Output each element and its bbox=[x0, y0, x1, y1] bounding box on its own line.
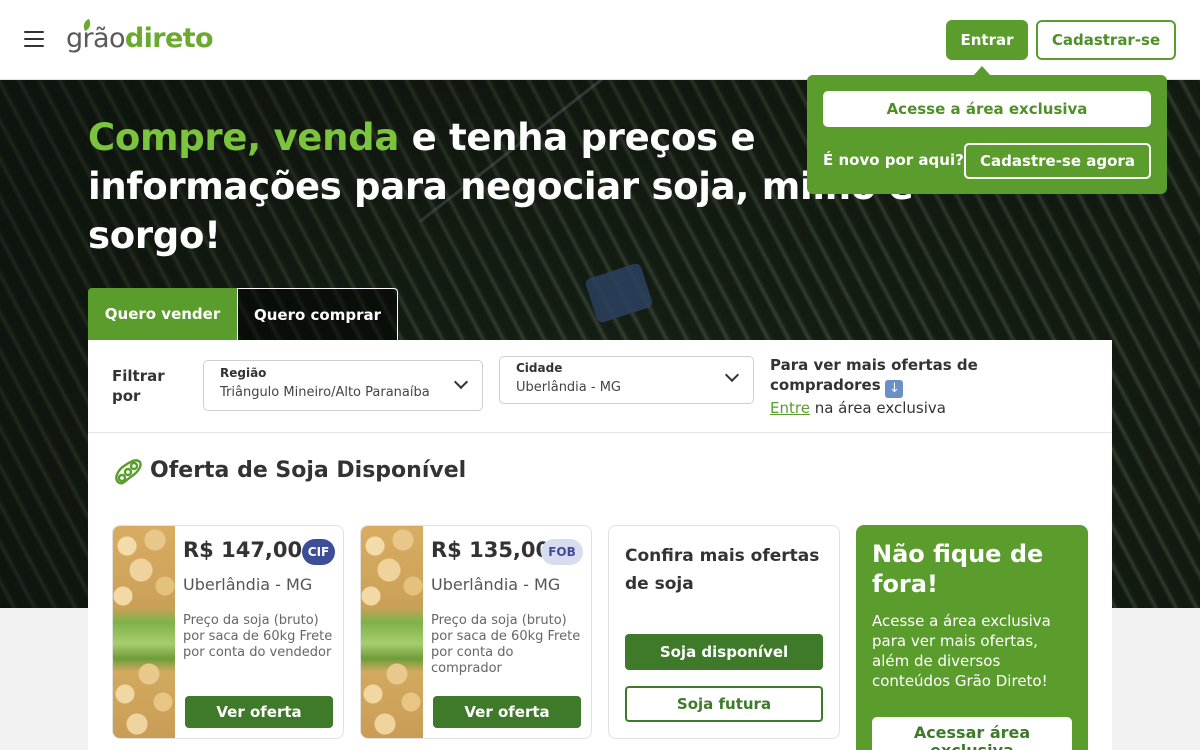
ver-oferta-button[interactable]: Ver oferta bbox=[185, 696, 333, 728]
soybean-image bbox=[361, 526, 423, 738]
offer-description: Preço da soja (bruto) por saca de 60kg F… bbox=[183, 613, 333, 660]
offers-panel: Filtrar por Região Triângulo Mineiro/Alt… bbox=[88, 340, 1112, 750]
offer-card: R$ 147,00 CIF Uberlândia - MG Preço da s… bbox=[112, 525, 344, 739]
entre-link[interactable]: Entre bbox=[770, 399, 810, 417]
regiao-value: Triângulo Mineiro/Alto Paranaíba bbox=[220, 385, 430, 400]
cadastrar-button[interactable]: Cadastrar-se bbox=[1036, 20, 1176, 60]
filter-bar: Filtrar por Região Triângulo Mineiro/Alt… bbox=[88, 340, 1112, 433]
cta-card: Não fique de fora! Acesse a área exclusi… bbox=[856, 525, 1088, 750]
cidade-select[interactable]: Cidade Uberlândia - MG bbox=[499, 356, 754, 404]
freight-badge: FOB bbox=[541, 539, 583, 565]
headline-line3: sorgo! bbox=[88, 214, 221, 257]
regiao-label: Região bbox=[220, 366, 267, 380]
filtrar-por-label: Filtrar por bbox=[112, 367, 165, 405]
entrar-button[interactable]: Entrar bbox=[946, 20, 1028, 60]
site-header: grãodireto Entrar Cadastrar-se bbox=[0, 0, 1200, 80]
cidade-value: Uberlândia - MG bbox=[516, 380, 622, 395]
regiao-select[interactable]: Região Triângulo Mineiro/Alto Paranaíba bbox=[203, 360, 483, 411]
chevron-down-icon bbox=[724, 367, 740, 383]
acessar-area-exclusiva-button[interactable]: Acessar área exclusiva bbox=[872, 717, 1072, 750]
ver-oferta-button[interactable]: Ver oferta bbox=[433, 696, 581, 728]
soja-futura-button[interactable]: Soja futura bbox=[625, 686, 823, 722]
arrow-down-icon: ↓ bbox=[885, 380, 904, 398]
more-offers-title: Confira mais ofertas de soja bbox=[625, 546, 820, 594]
logo-text-grao: grão bbox=[66, 23, 126, 54]
more-offers-text: Para ver mais ofertas de compradores ↓ E… bbox=[770, 355, 1010, 418]
menu-icon[interactable] bbox=[24, 30, 44, 48]
cidade-label: Cidade bbox=[516, 361, 563, 375]
tab-quero-vender[interactable]: Quero vender bbox=[88, 288, 237, 340]
offer-city: Uberlândia - MG bbox=[431, 575, 561, 594]
logo-text-direto: direto bbox=[124, 23, 214, 54]
soybean-image bbox=[113, 526, 175, 738]
logo[interactable]: grãodireto bbox=[66, 18, 214, 56]
offer-card: R$ 135,00 FOB Uberlândia - MG Preço da s… bbox=[360, 525, 592, 739]
novo-por-aqui-text: É novo por aqui? bbox=[823, 151, 964, 169]
offer-price: R$ 147,00 bbox=[183, 538, 303, 562]
login-popover: Acesse a área exclusiva É novo por aqui?… bbox=[807, 66, 1167, 194]
freight-badge: CIF bbox=[302, 539, 335, 565]
offer-price: R$ 135,00 bbox=[431, 538, 551, 562]
soja-disponivel-button[interactable]: Soja disponível bbox=[625, 634, 823, 670]
cadastre-se-agora-button[interactable]: Cadastre-se agora bbox=[964, 143, 1151, 179]
section-title: Oferta de Soja Disponível bbox=[150, 458, 467, 483]
more-offers-bold: Para ver mais ofertas de compradores bbox=[770, 356, 978, 394]
more-offers-card: Confira mais ofertas de soja Soja dispon… bbox=[608, 525, 840, 739]
chevron-down-icon bbox=[453, 374, 469, 390]
cta-text: Acesse a área exclusiva para ver mais of… bbox=[872, 612, 1051, 690]
headline-line1-rest: e tenha preços e bbox=[399, 116, 756, 159]
offer-city: Uberlândia - MG bbox=[183, 575, 313, 594]
popover-arrow bbox=[973, 66, 991, 76]
more-offers-suffix: na área exclusiva bbox=[809, 399, 946, 417]
headline-highlight: Compre, venda bbox=[88, 116, 399, 159]
acesse-area-exclusiva-button[interactable]: Acesse a área exclusiva bbox=[823, 91, 1151, 127]
tab-quero-comprar[interactable]: Quero comprar bbox=[237, 288, 398, 340]
offer-description: Preço da soja (bruto) por saca de 60kg F… bbox=[431, 613, 581, 676]
soybean-icon bbox=[115, 459, 142, 485]
cta-title: Não fique de fora! bbox=[872, 540, 1044, 598]
headline-line2: informações para negociar soja, milho e bbox=[88, 165, 914, 208]
